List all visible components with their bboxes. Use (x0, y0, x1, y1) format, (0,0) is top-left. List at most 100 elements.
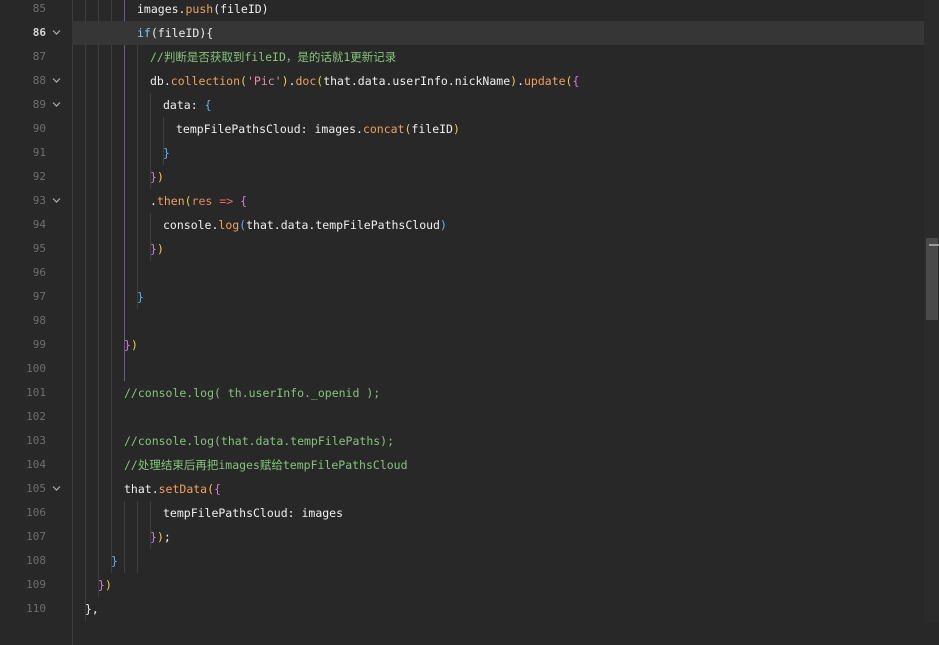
gutter-row[interactable]: 93 (0, 189, 72, 213)
code-editor[interactable]: 85 86 87 88 89 90 91 92 93 94 95 96 97 98 99 100 101 102 1… (0, 0, 939, 645)
code-line[interactable] (72, 261, 924, 285)
code-token: ) (130, 338, 138, 352)
gutter-row[interactable]: 104 (0, 453, 72, 477)
chevron-down-icon[interactable] (52, 100, 61, 109)
code-token: log (218, 218, 240, 232)
code-text: }) (150, 165, 164, 189)
gutter-row[interactable]: 100 (0, 357, 72, 381)
code-token: : (190, 98, 205, 112)
code-line[interactable]: tempFilePathsCloud: images.concat(fileID… (72, 117, 924, 141)
line-number: 97 (32, 290, 46, 303)
gutter-row[interactable]: 87 (0, 45, 72, 69)
code-line[interactable]: images.push(fileID) (72, 0, 924, 21)
current-code-line[interactable]: if(fileID){ (72, 21, 924, 45)
line-number-gutter[interactable]: 85 86 87 88 89 90 91 92 93 94 95 96 97 98 99 100 101 102 1… (0, 0, 72, 623)
line-number: 86 (32, 26, 46, 39)
line-number: 110 (26, 602, 46, 615)
gutter-row[interactable]: 109 (0, 573, 72, 597)
gutter-row[interactable]: 106 (0, 501, 72, 525)
code-line[interactable]: console.log(that.data.tempFilePathsCloud… (72, 213, 924, 237)
gutter-row[interactable]: 110 (0, 597, 72, 621)
code-line[interactable]: //判断是否获取到fileID，是的话就1更新记录 (72, 45, 924, 69)
code-text: data: { (163, 93, 212, 117)
gutter-row[interactable]: 88 (0, 69, 72, 93)
gutter-row[interactable]: 101 (0, 381, 72, 405)
line-number: 107 (26, 530, 46, 543)
scrollbar-thumb[interactable] (926, 238, 938, 320)
code-line[interactable] (72, 405, 924, 429)
cursor-position-marker (929, 244, 939, 246)
line-number: 90 (32, 122, 46, 135)
code-text: console.log(that.data.tempFilePathsCloud… (163, 213, 447, 237)
line-number: 102 (26, 410, 46, 423)
line-number: 99 (32, 338, 46, 351)
code-line[interactable]: tempFilePathsCloud: images (72, 501, 924, 525)
code-text: }) (124, 333, 138, 357)
code-line[interactable]: }) (72, 333, 924, 357)
code-token: } (150, 170, 157, 184)
code-line[interactable]: }) (72, 573, 924, 597)
code-line[interactable]: } (72, 141, 924, 165)
gutter-row[interactable]: 95 (0, 237, 72, 261)
code-token: : images (287, 506, 344, 520)
line-number: 87 (32, 50, 46, 63)
code-token: ( (240, 74, 247, 88)
code-text: if(fileID){ (137, 21, 213, 45)
code-line[interactable] (72, 357, 924, 381)
line-number: 93 (32, 194, 46, 207)
code-line[interactable]: //console.log( th.userInfo._openid ); (72, 381, 924, 405)
code-line[interactable] (72, 309, 924, 333)
gutter-row[interactable]: 102 (0, 405, 72, 429)
gutter-row[interactable]: 96 (0, 261, 72, 285)
code-line[interactable]: }) (72, 237, 924, 261)
code-line[interactable]: }); (72, 525, 924, 549)
gutter-row[interactable]: 90 (0, 117, 72, 141)
code-token: images (137, 2, 179, 16)
line-number: 85 (32, 2, 46, 15)
gutter-row[interactable]: 85 (0, 0, 72, 21)
code-line[interactable]: //console.log(that.data.tempFilePaths); (72, 429, 924, 453)
gutter-row[interactable]: 99 (0, 333, 72, 357)
chevron-down-icon[interactable] (52, 76, 61, 85)
code-token: } (124, 338, 131, 352)
code-line[interactable]: //处理结束后再把images赋给tempFilePathsCloud (72, 453, 924, 477)
gutter-row[interactable]: 103 (0, 429, 72, 453)
gutter-row[interactable]: 92 (0, 165, 72, 189)
gutter-row[interactable]: 91 (0, 141, 72, 165)
gutter-row[interactable]: 98 (0, 309, 72, 333)
chevron-down-icon[interactable] (52, 484, 61, 493)
code-token: } (137, 290, 144, 304)
gutter-row[interactable]: 89 (0, 93, 72, 117)
code-line[interactable]: } (72, 549, 924, 573)
code-token: } (150, 242, 157, 256)
code-token: 'Pic' (246, 74, 282, 88)
gutter-row[interactable]: 86 (0, 21, 72, 45)
chevron-down-icon[interactable] (52, 196, 61, 205)
code-line[interactable]: db.collection('Pic').doc(that.data.userI… (72, 69, 924, 93)
code-line[interactable]: .then(res => { (72, 189, 924, 213)
code-area[interactable]: images.push(fileID) if(fileID){//判断是否获取到f… (72, 0, 924, 645)
line-number: 109 (26, 578, 46, 591)
code-line[interactable]: }) (72, 165, 924, 189)
gutter-row[interactable]: 105 (0, 477, 72, 501)
line-number: 108 (26, 554, 46, 567)
code-line[interactable]: }, (72, 597, 924, 621)
line-number: 95 (32, 242, 46, 255)
gutter-row[interactable]: 94 (0, 213, 72, 237)
code-token: { (240, 194, 248, 208)
code-token: tempFilePathsCloud (163, 506, 288, 520)
chevron-down-icon[interactable] (52, 28, 61, 37)
code-line[interactable]: that.setData({ (72, 477, 924, 501)
code-token: if (137, 26, 151, 40)
vertical-scrollbar[interactable] (924, 0, 939, 623)
gutter-row[interactable]: 97 (0, 285, 72, 309)
line-number: 96 (32, 266, 46, 279)
code-token: ( (207, 482, 215, 496)
gutter-row[interactable]: 108 (0, 549, 72, 573)
code-text: .then(res => { (150, 189, 247, 213)
code-token: . (150, 194, 157, 208)
code-line[interactable]: } (72, 285, 924, 309)
line-number: 103 (26, 434, 46, 447)
gutter-row[interactable]: 107 (0, 525, 72, 549)
code-line[interactable]: data: { (72, 93, 924, 117)
